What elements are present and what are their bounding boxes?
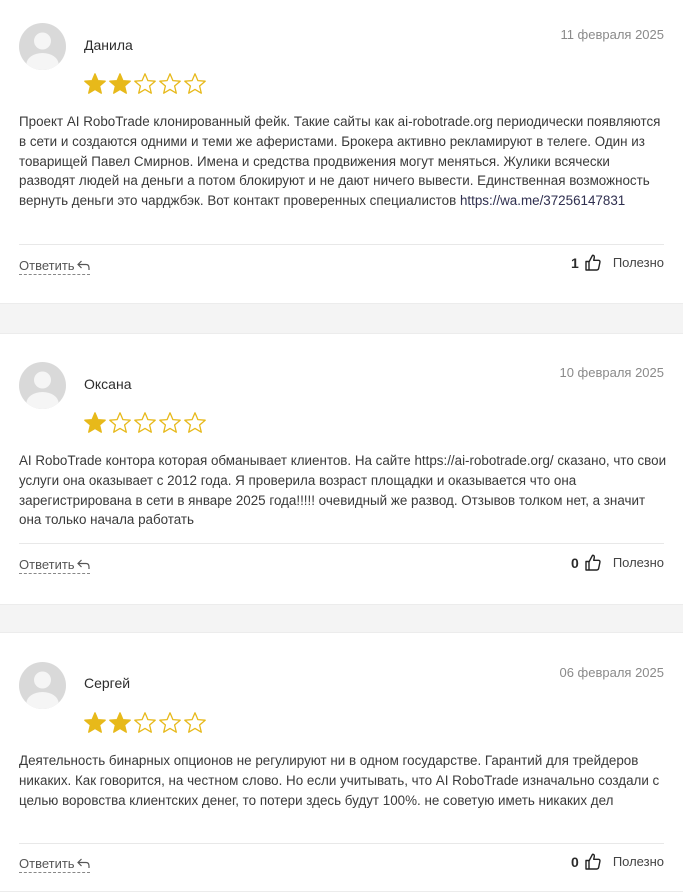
- reviews-feed: Данила 11 февраля 2025 Проект AI RoboTra…: [0, 0, 683, 892]
- star-empty-icon: [109, 412, 131, 433]
- divider: [19, 543, 664, 544]
- reply-label: Ответить: [19, 557, 75, 572]
- star-empty-icon: [159, 412, 181, 433]
- avatar: [19, 662, 66, 709]
- star-empty-icon: [184, 73, 206, 94]
- thumbs-up-icon[interactable]: [585, 554, 601, 571]
- reply-button[interactable]: Ответить: [19, 258, 90, 275]
- review-text: Проект AI RoboTrade клонированный фейк. …: [19, 112, 669, 211]
- review-date: 11 февраля 2025: [560, 27, 664, 42]
- helpful-label: Полезно: [612, 555, 664, 570]
- helpful-label: Полезно: [612, 255, 664, 270]
- review-link[interactable]: https://wa.me/37256147831: [460, 193, 625, 208]
- helpful-count: 1: [571, 254, 579, 271]
- helpful-label: Полезно: [612, 854, 664, 869]
- helpful-vote: 0 Полезно: [571, 554, 664, 571]
- divider: [19, 244, 664, 245]
- avatar: [19, 23, 66, 70]
- thumbs-up-icon[interactable]: [585, 254, 601, 271]
- review-card: Оксана 10 февраля 2025 AI RoboTrade конт…: [0, 333, 683, 605]
- star-empty-icon: [134, 712, 156, 733]
- star-filled-icon: [84, 73, 106, 94]
- star-filled-icon: [84, 712, 106, 733]
- helpful-vote: 1 Полезно: [571, 254, 664, 271]
- reply-button[interactable]: Ответить: [19, 856, 90, 873]
- reply-label: Ответить: [19, 258, 75, 273]
- helpful-count: 0: [571, 554, 579, 571]
- star-filled-icon: [84, 412, 106, 433]
- helpful-count: 0: [571, 853, 579, 870]
- reply-arrow-icon: [76, 858, 90, 868]
- star-filled-icon: [109, 73, 131, 94]
- review-card: Данила 11 февраля 2025 Проект AI RoboTra…: [0, 0, 683, 304]
- reply-label: Ответить: [19, 856, 75, 871]
- divider: [19, 843, 664, 844]
- rating-stars: [83, 411, 207, 435]
- star-empty-icon: [159, 712, 181, 733]
- avatar: [19, 362, 66, 409]
- review-text: AI RoboTrade контора которая обманывает …: [19, 453, 667, 528]
- star-empty-icon: [134, 412, 156, 433]
- helpful-vote: 0 Полезно: [571, 853, 664, 870]
- star-empty-icon: [159, 73, 181, 94]
- review-text: Деятельность бинарных опционов не регули…: [19, 753, 660, 808]
- rating-stars: [83, 711, 207, 735]
- reply-arrow-icon: [76, 260, 90, 270]
- review-card: Сергей 06 февраля 2025 Деятельность бина…: [0, 632, 683, 892]
- star-empty-icon: [184, 712, 206, 733]
- review-date: 06 февраля 2025: [559, 665, 664, 680]
- reply-button[interactable]: Ответить: [19, 557, 90, 574]
- thumbs-up-icon[interactable]: [585, 853, 601, 870]
- star-empty-icon: [134, 73, 156, 94]
- reply-arrow-icon: [76, 559, 90, 569]
- star-empty-icon: [184, 412, 206, 433]
- review-author: Сергей: [84, 675, 131, 691]
- review-author: Данила: [84, 37, 133, 53]
- star-filled-icon: [109, 712, 131, 733]
- review-date: 10 февраля 2025: [559, 365, 664, 380]
- review-author: Оксана: [84, 376, 132, 392]
- rating-stars: [83, 72, 207, 96]
